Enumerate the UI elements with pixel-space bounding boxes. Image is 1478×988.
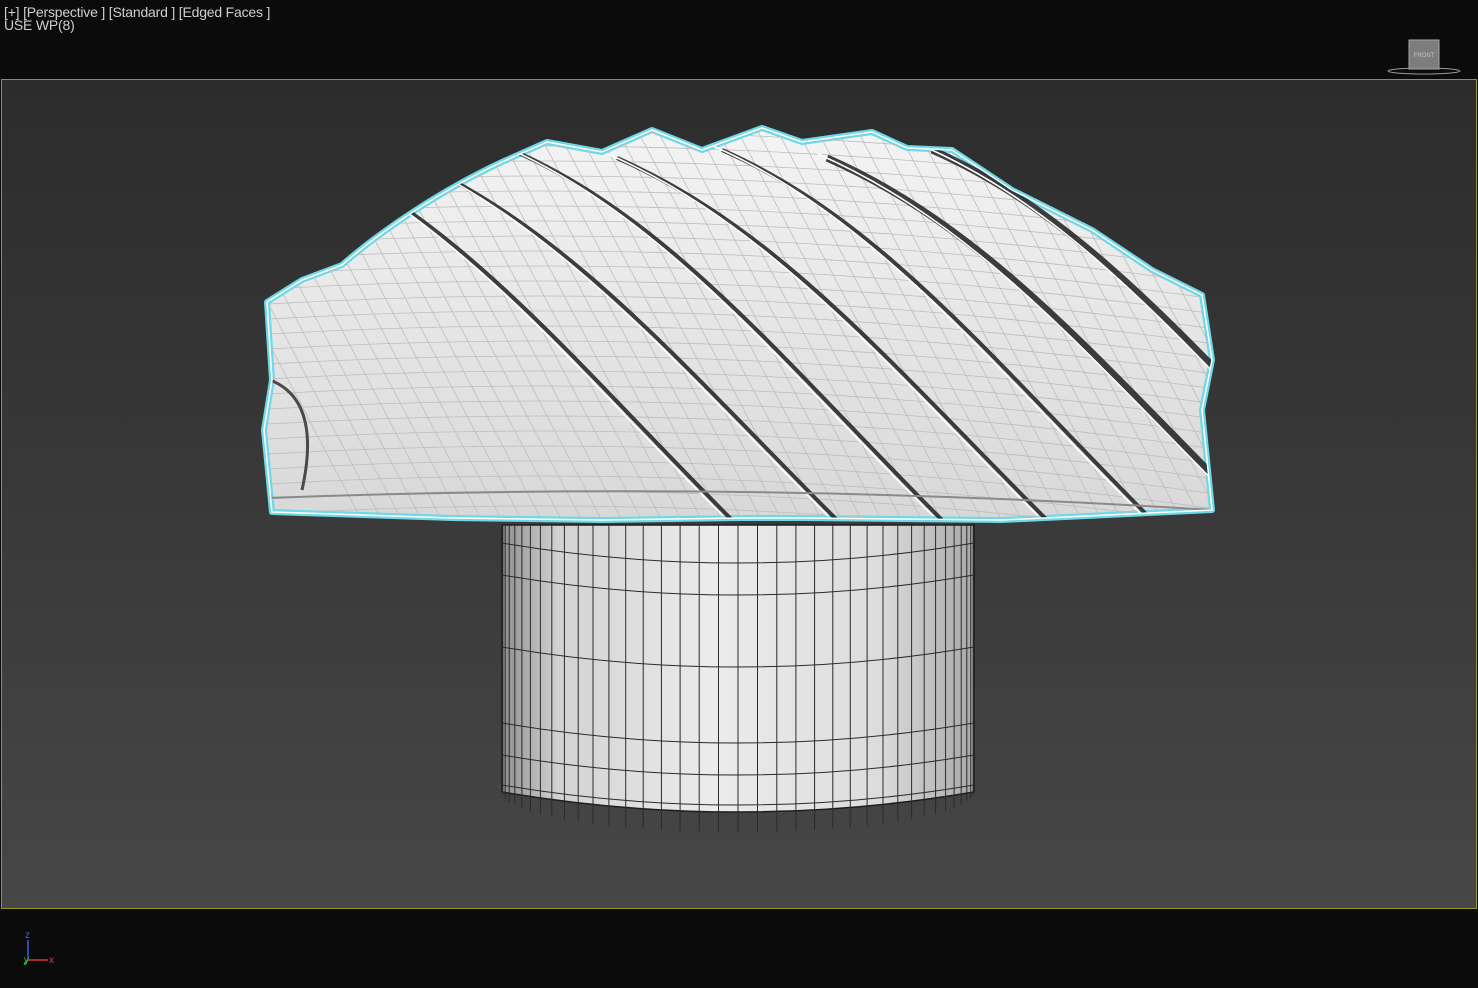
cap-wire-line <box>1332 120 1476 540</box>
viewcube[interactable]: FRONT <box>1386 36 1462 76</box>
cap-wire-line <box>1191 128 1212 520</box>
cap-wire-line <box>1272 120 1476 540</box>
viewcube-face-label: FRONT <box>1414 53 1435 59</box>
z-axis-label: z <box>25 930 30 941</box>
x-axis-label: x <box>49 955 54 966</box>
viewport-shading-menu[interactable]: [Standard ] <box>109 4 175 20</box>
cap-wire-line <box>1232 120 1452 540</box>
viewport-canvas[interactable] <box>2 80 1476 908</box>
axis-tripod: z y x <box>20 926 64 970</box>
turbine-cap[interactable] <box>152 120 1476 585</box>
y-axis-label: y <box>24 955 29 966</box>
viewport-bottom-bar <box>0 910 1478 988</box>
cap-wire-line <box>1292 120 1476 540</box>
cap-wire-line <box>1252 120 1472 540</box>
cap-wire-line <box>1312 120 1476 540</box>
base-cylinder[interactable] <box>501 524 975 832</box>
viewport-edged-faces-menu[interactable]: [Edged Faces ] <box>179 4 271 20</box>
perspective-viewport[interactable] <box>1 79 1477 909</box>
selection-outline <box>261 125 1215 523</box>
viewport-label-menu: [+] [Perspective ] [Standard ] [Edged Fa… <box>4 4 271 33</box>
cap-wire-line <box>1211 128 1212 520</box>
workplane-label: USE WP(8) <box>4 17 75 33</box>
